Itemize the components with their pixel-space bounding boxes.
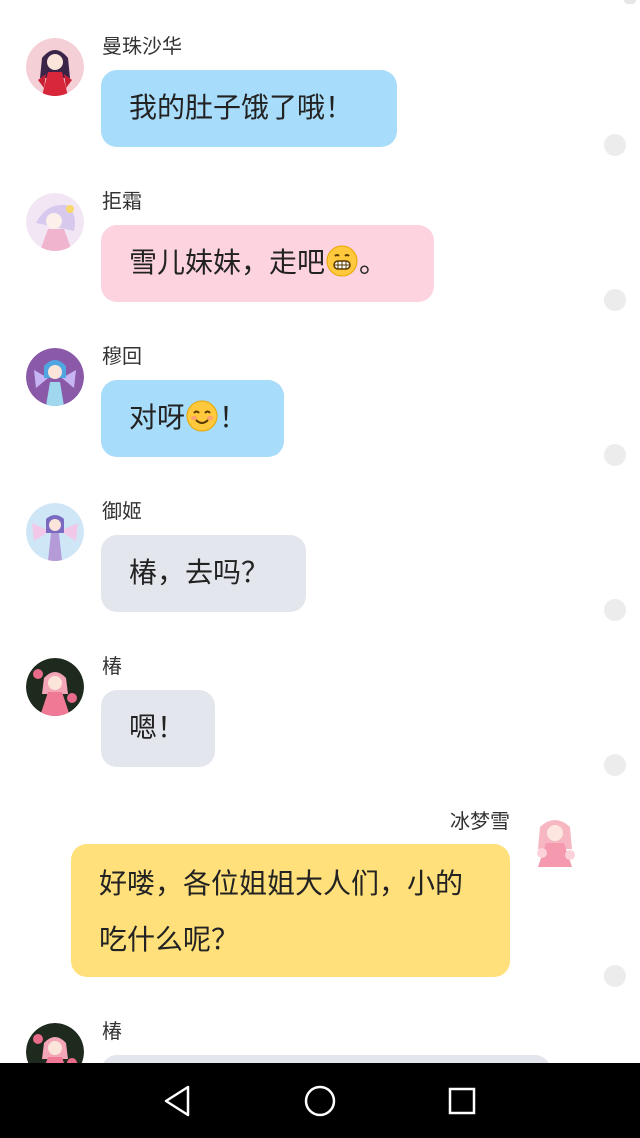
avatar-image-icon	[26, 348, 84, 406]
message-status-dot	[604, 444, 626, 466]
sender-name: 椿	[102, 654, 122, 678]
message-bubble[interactable]: 雪儿妹妹，走吧 。	[101, 225, 434, 302]
chat-message: 曼珠沙华 我的肚子饿了哦！	[0, 0, 640, 160]
recents-button[interactable]	[442, 1081, 482, 1121]
message-bubble[interactable]: 嗯！	[101, 690, 215, 767]
message-text: 嗯！	[129, 711, 186, 744]
sender-name: 椿	[102, 1019, 122, 1043]
message-text: 我的肚子饿了哦！	[129, 91, 354, 124]
chat-message-own: 冰梦雪 好喽，各位姐姐大人们，小的吃什么呢？	[0, 775, 640, 995]
avatar[interactable]	[26, 658, 84, 716]
message-bubble[interactable]: 对呀 ！	[101, 380, 284, 457]
avatar[interactable]	[526, 809, 584, 867]
back-triangle-icon	[164, 1085, 190, 1117]
message-status-dot	[604, 754, 626, 776]
chat-message: 椿 嗯！	[0, 620, 640, 780]
chat-message: 拒霜 雪儿妹妹，走吧 。	[0, 155, 640, 315]
message-status-dot	[604, 599, 626, 621]
home-circle-icon	[304, 1085, 336, 1117]
message-bubble[interactable]	[101, 1055, 551, 1063]
message-text-suffix: ！	[219, 401, 248, 434]
avatar[interactable]	[26, 348, 84, 406]
avatar-image-icon	[26, 193, 84, 251]
avatar-image-icon	[26, 1023, 84, 1063]
message-bubble[interactable]: 我的肚子饿了哦！	[101, 70, 397, 147]
message-text: 好喽，各位姐姐大人们，小的吃什么呢？	[99, 867, 464, 956]
home-button[interactable]	[300, 1081, 340, 1121]
message-status-dot	[604, 289, 626, 311]
message-status-dot	[604, 134, 626, 156]
sender-name: 冰梦雪	[450, 809, 510, 833]
sender-name: 御姬	[102, 499, 142, 523]
message-text: 椿，去吗？	[129, 556, 270, 589]
message-bubble[interactable]: 椿，去吗？	[101, 535, 306, 612]
grinning-face-emoji-icon	[326, 245, 358, 277]
message-text-suffix: 。	[359, 246, 388, 279]
message-text: 雪儿妹妹，走吧	[129, 246, 326, 279]
message-text: 对呀	[129, 401, 186, 434]
back-button[interactable]	[158, 1081, 198, 1121]
avatar[interactable]	[26, 38, 84, 96]
chat-message: 椿	[0, 985, 640, 1063]
message-status-dot	[604, 965, 626, 987]
system-navigation-bar	[0, 1063, 640, 1138]
chat-message: 御姬 椿，去吗？	[0, 465, 640, 625]
avatar-image-icon	[26, 658, 84, 716]
smiling-face-emoji-icon	[186, 400, 218, 432]
avatar-image-icon	[26, 38, 84, 96]
chat-message-list[interactable]: 曼珠沙华 我的肚子饿了哦！ 拒霜 雪儿妹妹，走吧 。 穆回 对呀 ！ 御姬 椿，…	[0, 0, 640, 1063]
sender-name: 穆回	[102, 344, 142, 368]
sender-name: 拒霜	[102, 189, 142, 213]
avatar-image-icon	[26, 503, 84, 561]
recents-square-icon	[448, 1087, 476, 1115]
message-bubble[interactable]: 好喽，各位姐姐大人们，小的吃什么呢？	[71, 844, 510, 977]
chat-message: 穆回 对呀 ！	[0, 310, 640, 470]
sender-name: 曼珠沙华	[102, 34, 182, 58]
avatar[interactable]	[26, 1023, 84, 1063]
avatar[interactable]	[26, 503, 84, 561]
avatar-image-icon	[526, 809, 584, 867]
avatar[interactable]	[26, 193, 84, 251]
